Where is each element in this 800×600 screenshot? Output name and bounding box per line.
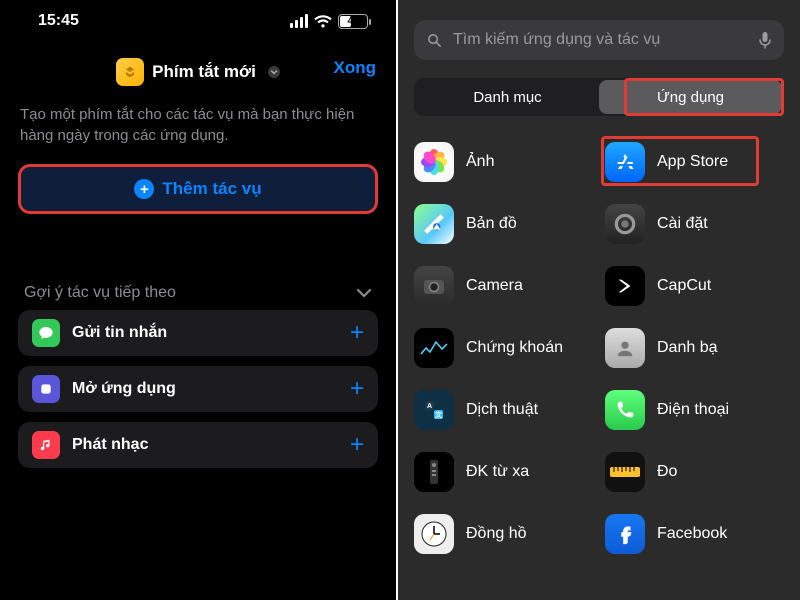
messages-icon	[32, 319, 60, 347]
app-photos[interactable]: Ảnh	[414, 138, 593, 186]
app-clock[interactable]: Đồng hồ	[414, 510, 593, 558]
translate-icon: A文	[414, 390, 454, 430]
app-phone[interactable]: Điện thoại	[605, 386, 784, 434]
plus-icon[interactable]: +	[350, 375, 364, 403]
settings-icon	[605, 204, 645, 244]
suggestion-play-music[interactable]: Phát nhạc +	[18, 422, 378, 468]
shortcut-title-button[interactable]: Phím tắt mới	[116, 58, 280, 86]
app-app-store[interactable]: App Store	[605, 138, 784, 186]
status-bar: 15:45 46	[0, 0, 396, 36]
add-action-label: Thêm tác vụ	[162, 179, 261, 199]
add-action-button[interactable]: + Thêm tác vụ	[18, 164, 378, 214]
app-capcut[interactable]: CapCut	[605, 262, 784, 310]
cellular-icon	[290, 14, 308, 28]
plus-circle-icon: +	[134, 179, 154, 199]
maps-icon	[414, 204, 454, 244]
suggestion-label: Phát nhạc	[72, 436, 148, 454]
segment-control: Danh mục Ứng dụng	[414, 78, 784, 116]
suggestion-send-message[interactable]: Gửi tin nhắn +	[18, 310, 378, 356]
open-app-icon	[32, 375, 60, 403]
app-picker-screen: Tìm kiếm ứng dụng và tác vụ Danh mục Ứng…	[398, 0, 800, 600]
music-icon	[32, 431, 60, 459]
shortcut-header: Phím tắt mới Xong	[0, 36, 396, 102]
app-measure[interactable]: Đo	[605, 448, 784, 496]
app-store-icon	[605, 142, 645, 182]
app-stocks[interactable]: Chứng khoán	[414, 324, 593, 372]
stocks-icon	[414, 328, 454, 368]
status-time: 15:45	[38, 12, 79, 30]
plus-icon[interactable]: +	[350, 319, 364, 347]
phone-icon	[605, 390, 645, 430]
shortcuts-editor-screen: 15:45 46 Phím tắt mới Xong Tạo một phím …	[0, 0, 398, 600]
plus-icon[interactable]: +	[350, 431, 364, 459]
app-camera[interactable]: Camera	[414, 262, 593, 310]
contacts-icon	[605, 328, 645, 368]
svg-text:文: 文	[435, 410, 443, 419]
app-contacts[interactable]: Danh bạ	[605, 324, 784, 372]
segment-apps[interactable]: Ứng dụng	[599, 80, 782, 114]
suggestion-open-app[interactable]: Mở ứng dụng +	[18, 366, 378, 412]
apps-grid: Ảnh App Store Bản đồ Cài đặt	[398, 134, 800, 558]
battery-icon: 46	[338, 14, 368, 29]
photos-icon	[414, 142, 454, 182]
segment-categories[interactable]: Danh mục	[416, 80, 599, 114]
clock-icon	[414, 514, 454, 554]
search-placeholder: Tìm kiếm ứng dụng và tác vụ	[453, 31, 748, 49]
measure-icon	[605, 452, 645, 492]
capcut-icon	[605, 266, 645, 306]
app-settings[interactable]: Cài đặt	[605, 200, 784, 248]
shortcut-description: Tạo một phím tắt cho các tác vụ mà bạn t…	[0, 102, 396, 164]
camera-icon	[414, 266, 454, 306]
suggestion-label: Mở ứng dụng	[72, 380, 176, 398]
suggestions-title: Gợi ý tác vụ tiếp theo	[24, 284, 176, 302]
search-field[interactable]: Tìm kiếm ứng dụng và tác vụ	[414, 20, 784, 60]
suggestions-header[interactable]: Gợi ý tác vụ tiếp theo	[0, 284, 396, 302]
chevron-down-icon	[356, 288, 372, 298]
app-translate[interactable]: A文 Dịch thuật	[414, 386, 593, 434]
app-facebook[interactable]: Facebook	[605, 510, 784, 558]
suggestion-label: Gửi tin nhắn	[72, 324, 167, 342]
remote-icon	[414, 452, 454, 492]
search-icon	[426, 32, 443, 49]
status-right: 46	[290, 14, 368, 29]
shortcut-badge-icon	[116, 58, 144, 86]
suggestions-list: Gửi tin nhắn + Mở ứng dụng + P	[0, 302, 396, 468]
facebook-icon	[605, 514, 645, 554]
app-maps[interactable]: Bản đồ	[414, 200, 593, 248]
app-remote[interactable]: ĐK từ xa	[414, 448, 593, 496]
chevron-down-icon	[268, 66, 280, 78]
done-button[interactable]: Xong	[334, 58, 377, 78]
svg-text:A: A	[427, 403, 432, 410]
mic-icon[interactable]	[758, 31, 772, 49]
shortcut-title: Phím tắt mới	[152, 62, 256, 82]
wifi-icon	[314, 15, 332, 28]
